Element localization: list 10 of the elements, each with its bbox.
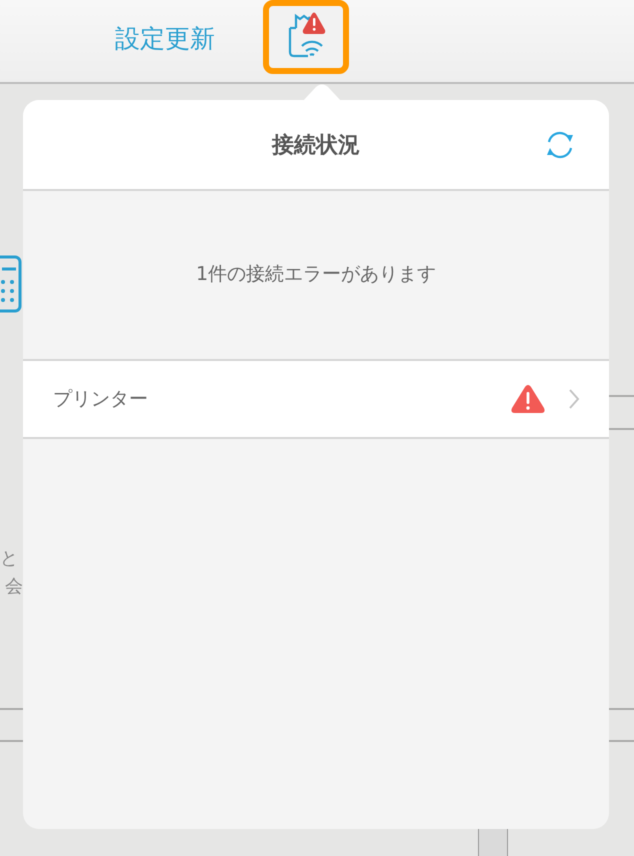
error-message: 1件の接続エラーがあります [196, 262, 436, 286]
popover-title: 接続状況 [272, 132, 360, 160]
device-row[interactable]: プリンター [23, 361, 609, 439]
background-text: と [0, 547, 18, 571]
calculator-icon[interactable] [0, 255, 22, 313]
device-label: プリンター [53, 387, 149, 412]
connection-status-button[interactable] [263, 0, 349, 74]
warning-icon [510, 384, 546, 414]
chevron-icon [568, 388, 580, 410]
background-text: 会 [5, 575, 23, 599]
